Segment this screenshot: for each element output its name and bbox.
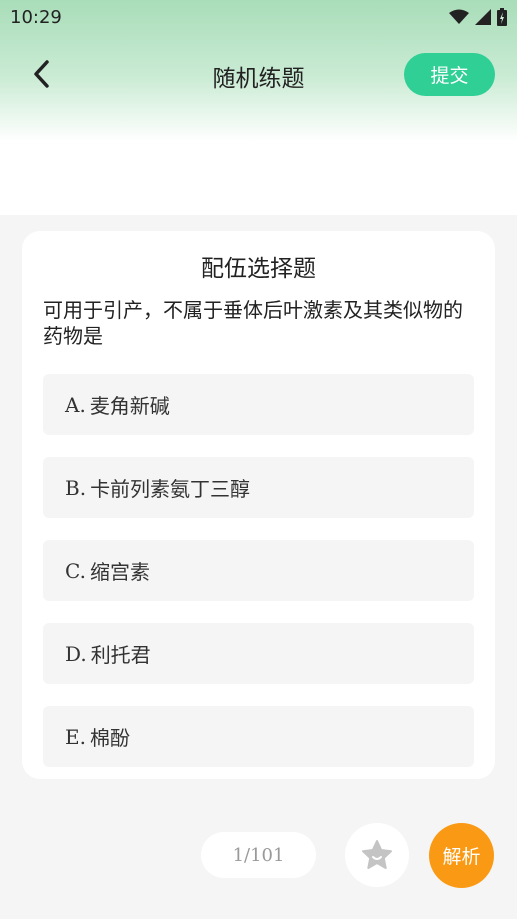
- option-text: 棉酚: [89, 726, 130, 750]
- wifi-icon: [449, 9, 469, 24]
- status-icons: [449, 8, 507, 26]
- battery-icon: [497, 8, 507, 26]
- option-letter: B.: [65, 475, 87, 500]
- option-b[interactable]: B. 卡前列素氨丁三醇: [43, 457, 474, 518]
- submit-button[interactable]: 提交: [404, 53, 495, 96]
- option-letter: A.: [65, 392, 86, 417]
- title-bar: 随机练题 提交: [0, 44, 517, 104]
- star-icon: [362, 840, 392, 869]
- question-text: 可用于引产，不属于垂体后叶激素及其类似物的药物是: [43, 298, 463, 348]
- option-letter: E.: [65, 724, 86, 749]
- question-type: 配伍选择题: [201, 256, 316, 282]
- option-d[interactable]: D. 利托君: [43, 623, 474, 684]
- question-card: 配伍选择题 可用于引产，不属于垂体后叶激素及其类似物的药物是 A. 麦角新碱 B…: [22, 231, 495, 779]
- option-c[interactable]: C. 缩宫素: [43, 540, 474, 601]
- analysis-button[interactable]: 解析: [429, 823, 494, 888]
- option-text: 卡前列素氨丁三醇: [90, 477, 251, 501]
- option-e[interactable]: E. 棉酚: [43, 706, 474, 767]
- option-letter: C.: [65, 558, 86, 583]
- option-text: 利托君: [90, 643, 151, 667]
- favorite-button[interactable]: [345, 823, 409, 887]
- status-bar: 10:29: [0, 0, 517, 36]
- option-a[interactable]: A. 麦角新碱: [43, 374, 474, 435]
- status-time: 10:29: [10, 7, 62, 28]
- signal-icon: [475, 9, 491, 25]
- option-text: 麦角新碱: [89, 394, 170, 418]
- option-text: 缩宫素: [89, 560, 150, 584]
- option-letter: D.: [65, 641, 87, 666]
- page-indicator: 1/101: [201, 832, 316, 878]
